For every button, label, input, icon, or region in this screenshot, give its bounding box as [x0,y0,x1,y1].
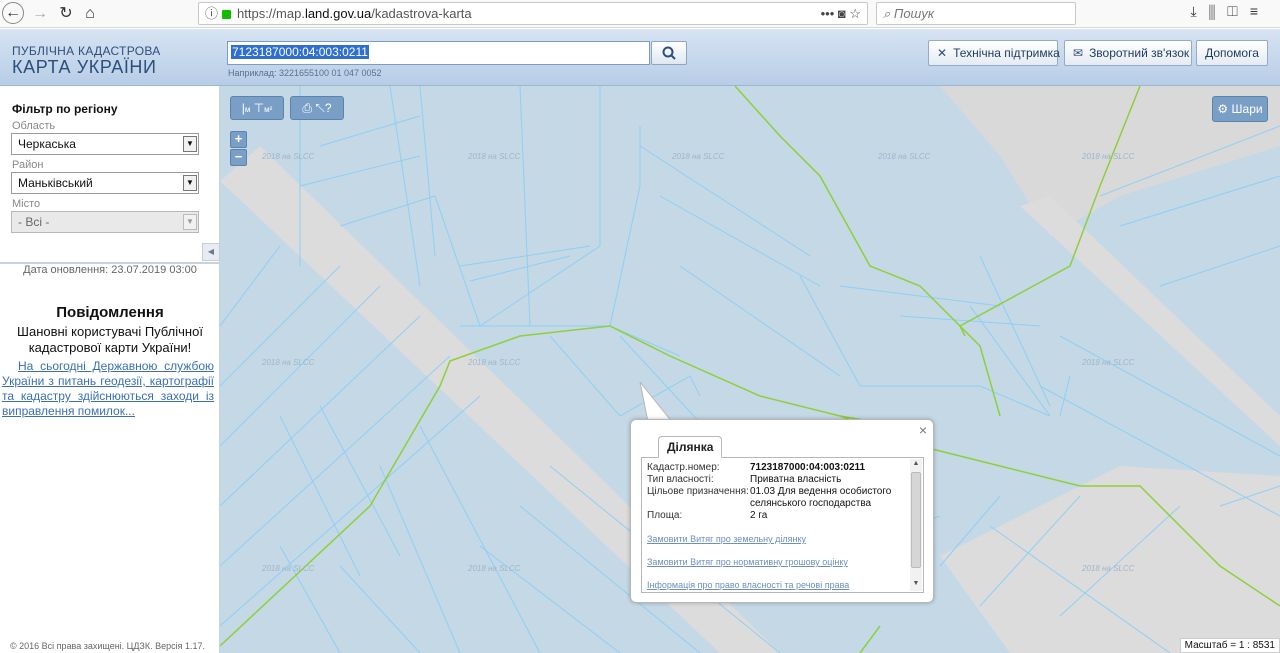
notice-link[interactable]: На сьогодні Державною службою України з … [2,359,214,419]
tab-parcel[interactable]: Ділянка [658,436,723,458]
watermark: 2018 на SLCC [1082,152,1135,161]
area-value: 2 га [750,510,768,521]
page-actions-icon[interactable]: ••• ◙ ☆ [821,3,861,24]
url-prefix: https://map. [237,6,305,21]
ownership-value: Приватна власність [750,474,842,485]
help-label: Допомога [1205,46,1259,60]
order-extract-link[interactable]: Замовити Витяг про земельну ділянку [647,534,806,544]
watermark: 2018 на SLCC [468,564,521,573]
parcel-info-popup: × Ділянка Кадастр.номер: 7123187000:04:0… [630,419,934,603]
notice-title: Повідомлення [56,304,164,321]
print-icon[interactable]: ⎙ [302,101,312,115]
cursor-info-icon[interactable]: ↖? [315,101,331,115]
support-label: Технічна підтримка [953,46,1060,60]
scroll-down-icon[interactable]: ▼ [911,580,921,587]
chevron-down-icon[interactable]: ▼ [183,136,197,152]
zoom-out-button[interactable]: − [230,149,247,166]
parcel-area [740,86,980,306]
city-label: Місто [12,198,41,210]
city-value: - Всі - [18,215,50,229]
close-icon[interactable]: × [919,422,927,438]
oblast-value: Черкаська [18,137,76,151]
road [1020,196,1280,446]
menu-icon[interactable]: ≡ [1250,3,1270,19]
watermark: 2018 на SLCC [262,152,315,161]
watermark: 2018 на SLCC [672,152,725,161]
forward-arrow-icon[interactable]: → [28,2,52,26]
notice-text: Шановні користувачі Публічної кадастрово… [17,324,203,355]
help-button[interactable]: Допомога [1196,40,1268,66]
city-select[interactable]: - Всі - ▼ [11,211,199,233]
zoom-in-button[interactable]: + [230,131,247,148]
search-icon [662,46,676,60]
tools-icon: ✕ [937,46,948,60]
scroll-up-icon[interactable]: ▲ [911,460,921,467]
browser-toolbar: ← → ↻ ⌂ ⓘ https://map.land.gov.ua/kadastr… [0,0,1280,28]
back-arrow-icon[interactable]: ← [2,2,24,24]
home-icon[interactable]: ⌂ [78,2,102,26]
reload-icon[interactable]: ↻ [54,2,78,26]
logo-bottom-text[interactable]: КАРТА УКРАЇНИ [12,57,157,78]
rayon-label: Район [12,159,44,171]
sidebar-icon[interactable]: ◫ [1227,3,1250,19]
filter-title: Фільтр по регіону [12,102,118,116]
watermark: 2018 на SLCC [262,358,315,367]
example-hint: Наприклад: 3221655100 01 047 0052 [228,68,382,78]
purpose-label: Цільове призначення: [647,486,749,497]
lock-icon [222,10,232,19]
browser-menu-icons[interactable]: ⤓⫼◫≡ [1191,3,1270,20]
url-host: land.gov.ua [304,6,372,21]
chevron-down-icon[interactable]: ▼ [183,214,197,230]
watermark: 2018 на SLCC [1082,564,1135,573]
rayon-select[interactable]: Маньківський ▼ [11,172,199,194]
url-path: /kadastrova-karta [371,6,472,21]
copyright: © 2016 Всі права захищені. ЦДЗК. Версія … [10,641,206,651]
feedback-button[interactable]: ✉ Зворотний зв'язок [1064,40,1192,66]
measure-label: м [244,105,251,114]
grey-area [940,466,1280,653]
watermark: 2018 на SLCC [1082,358,1135,367]
watermark: 2018 на SLCC [468,358,521,367]
area-label: м² [264,105,273,114]
ownership-label: Тип власності: [647,474,714,485]
print-info-tools[interactable]: ⎙ ↖? [290,96,344,120]
collapse-sidebar-button[interactable]: ◀ [202,243,220,261]
feedback-label: Зворотний зв'язок [1089,46,1190,60]
cadastral-number-input[interactable]: 7123187000:04:003:0211 [227,41,650,65]
search-button[interactable] [651,41,687,65]
info-icon[interactable]: ⓘ [205,6,218,21]
update-date: Дата оновлення: 23.07.2019 03:00 [23,264,197,276]
rayon-value: Маньківський [18,176,93,190]
logo-top-text[interactable]: ПУБЛІЧНА КАДАСТРОВА [12,44,161,58]
cadastral-value: 7123187000:04:003:0211 [231,45,369,59]
watermark: 2018 на SLCC [262,564,315,573]
area-ruler-icon[interactable]: ⊤ [254,101,264,115]
library-icon[interactable]: ⫼ [1209,3,1227,19]
envelope-icon: ✉ [1073,46,1084,60]
oblast-select[interactable]: Черкаська ▼ [11,133,199,155]
oblast-label: Область [12,120,56,132]
gear-icon: ⚙ [1217,102,1229,116]
watermark: 2018 на SLCC [878,152,931,161]
search-placeholder: Пошук [893,6,934,21]
support-button[interactable]: ✕ Технічна підтримка [928,40,1060,66]
layers-label: Шари [1231,102,1263,116]
scroll-thumb[interactable] [911,472,921,568]
map-scale: Масштаб = 1 : 8531 [1179,638,1280,653]
order-valuation-link[interactable]: Замовити Витяг про нормативну грошову оц… [647,557,848,567]
popup-content: Кадастр.номер: 7123187000:04:003:0211 Ти… [641,457,924,593]
browser-search-input[interactable]: ⌕ Пошук [876,2,1076,25]
download-icon[interactable]: ⤓ [1191,3,1209,19]
measure-tools[interactable]: |м ⊤м² [230,96,284,120]
purpose-value: 01.03 Для ведення особистого селянського… [750,486,892,509]
cadastral-value: 7123187000:04:003:0211 [750,462,866,473]
layers-button[interactable]: ⚙ Шари [1212,96,1268,122]
cadastral-label: Кадастр.номер: [647,462,720,473]
url-bar[interactable]: ⓘ https://map.land.gov.ua/kadastrova-kart… [198,2,868,25]
watermark: 2018 на SLCC [468,152,521,161]
area-label: Площа: [647,510,683,521]
sidebar: Фільтр по регіону Область Черкаська ▼ Рай… [0,86,220,653]
ownership-info-link[interactable]: Інформація про право власності та речові… [647,580,849,590]
chevron-down-icon[interactable]: ▼ [183,175,197,191]
